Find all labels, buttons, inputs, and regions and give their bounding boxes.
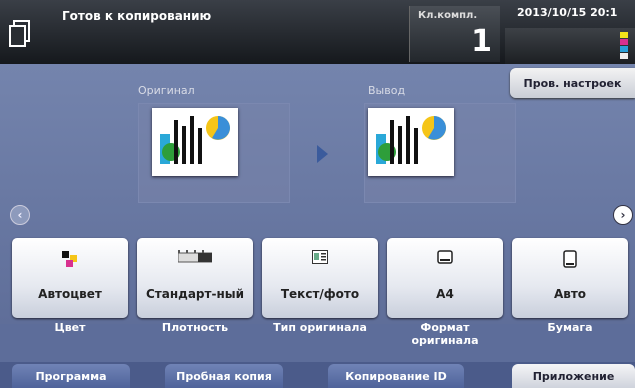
tab-id-copy[interactable]: Копирование ID xyxy=(328,364,464,388)
original-type-caption: Тип оригинала xyxy=(273,321,367,334)
output-document-thumbnail xyxy=(368,108,454,176)
toner-level-icon[interactable] xyxy=(620,32,630,60)
datetime: 2013/10/15 20:1 xyxy=(517,6,618,19)
copy-count-box[interactable]: Кл.компл. 1 xyxy=(409,6,500,62)
density-caption: Плотность xyxy=(161,321,229,334)
copy-icon xyxy=(9,20,30,47)
density-button[interactable]: Стандарт-ный xyxy=(137,238,253,318)
document-graphic-icon xyxy=(376,116,446,164)
toner-cyan xyxy=(620,46,628,52)
scroll-left-icon[interactable]: ‹ xyxy=(10,205,30,225)
paper-button[interactable]: Авто xyxy=(512,238,628,318)
color-button[interactable]: Автоцвет xyxy=(12,238,128,318)
color-caption: Цвет xyxy=(54,321,86,334)
status-message: Готов к копированию xyxy=(62,9,212,23)
toner-yellow xyxy=(620,32,628,38)
output-label: Вывод xyxy=(368,84,406,97)
toner-magenta xyxy=(620,39,628,45)
original-size-caption: Формат оригинала xyxy=(411,321,479,347)
paper-icon xyxy=(512,250,628,268)
tab-application[interactable]: Приложение xyxy=(512,364,635,388)
density-scale-icon xyxy=(137,250,253,268)
color-value: Автоцвет xyxy=(38,286,102,301)
original-size-button[interactable]: A4 xyxy=(387,238,503,318)
tab-proof-copy[interactable]: Пробная копия xyxy=(165,364,283,388)
datetime-panel xyxy=(505,28,635,64)
density-value: Стандарт-ный xyxy=(145,286,244,301)
original-type-button[interactable]: Текст/фото xyxy=(262,238,378,318)
document-graphic-icon xyxy=(160,116,230,164)
copy-count-label: Кл.компл. xyxy=(418,10,478,21)
tab-program[interactable]: Программа xyxy=(12,364,130,388)
paper-caption: Бумага xyxy=(547,321,593,334)
copy-count-value: 1 xyxy=(471,24,492,59)
scroll-right-icon[interactable]: › xyxy=(613,205,633,225)
paper-value: Авто xyxy=(553,286,587,301)
original-type-value: Текст/фото xyxy=(280,286,360,301)
original-document-thumbnail xyxy=(152,108,238,176)
status-bar: Готов к копированию Кл.компл. 1 2013/10/… xyxy=(0,0,635,64)
original-size-icon xyxy=(387,250,503,268)
arrow-right-icon xyxy=(317,145,328,163)
color-squares-icon xyxy=(12,250,128,268)
original-label: Оригинал xyxy=(138,84,195,97)
toner-black xyxy=(620,53,628,59)
check-settings-button[interactable]: Пров. настроек xyxy=(510,68,635,98)
text-photo-icon xyxy=(262,250,378,268)
original-size-value: A4 xyxy=(436,286,454,301)
